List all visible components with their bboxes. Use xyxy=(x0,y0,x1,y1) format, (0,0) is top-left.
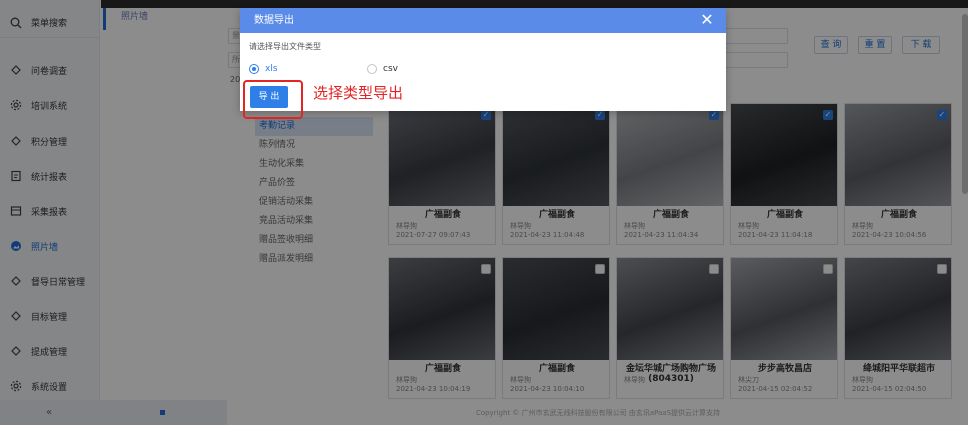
export-button[interactable]: 导 出 xyxy=(250,86,288,108)
radio-dot xyxy=(367,64,377,74)
radio-csv-label: csv xyxy=(383,64,398,74)
dialog-header: 数据导出 ✕ xyxy=(240,8,726,33)
annotation-text: 选择类型导出 xyxy=(313,84,404,102)
radio-dot xyxy=(249,64,259,74)
radio-xls[interactable]: xls xyxy=(249,64,278,74)
radio-xls-label: xls xyxy=(265,64,278,74)
close-icon[interactable]: ✕ xyxy=(698,10,716,30)
dialog-prompt: 请选择导出文件类型 xyxy=(249,42,321,51)
dialog-title: 数据导出 xyxy=(254,15,294,26)
radio-csv[interactable]: csv xyxy=(367,64,398,74)
